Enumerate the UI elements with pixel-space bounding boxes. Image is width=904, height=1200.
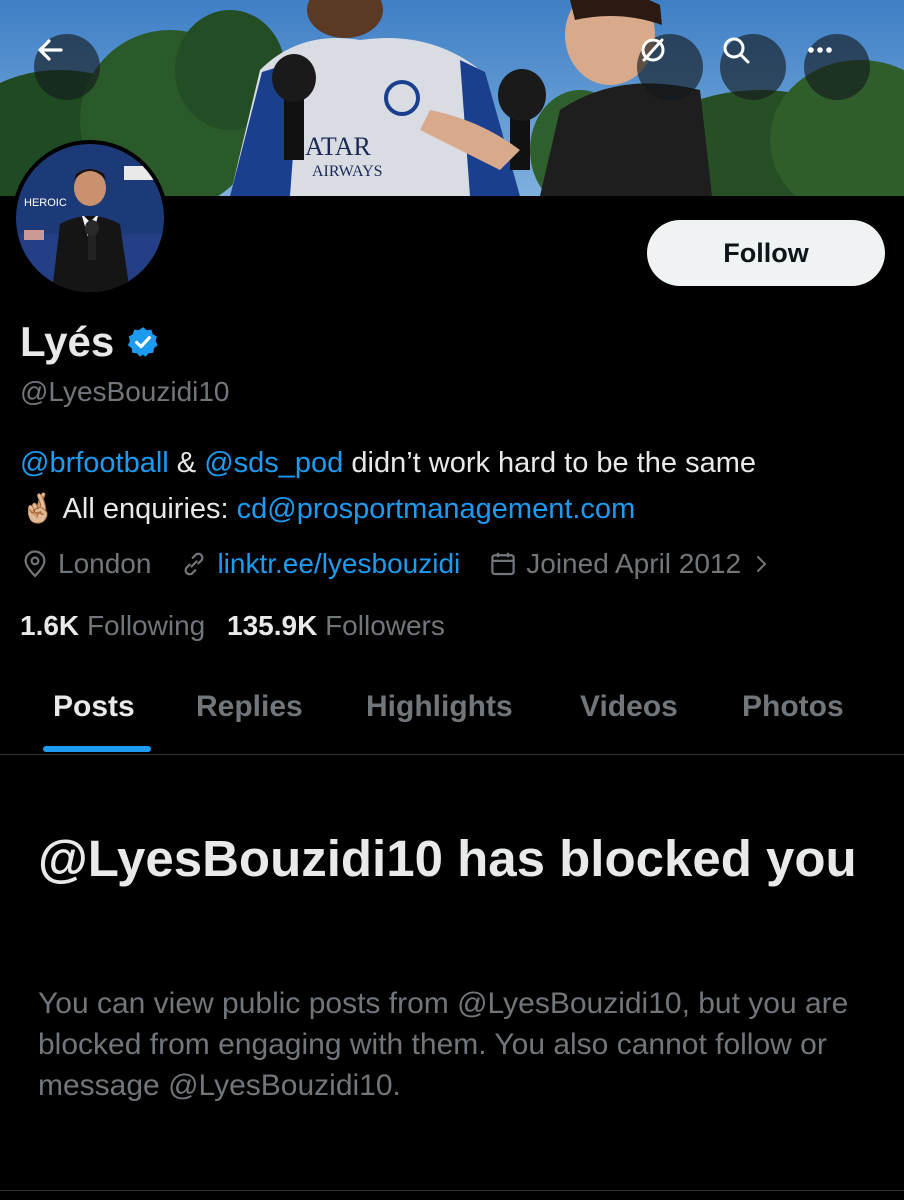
svg-text:AIRWAYS: AIRWAYS — [312, 163, 383, 180]
calendar-icon — [491, 552, 515, 576]
chevron-right-icon[interactable] — [749, 552, 773, 576]
tab-replies[interactable]: Replies — [196, 690, 303, 724]
more-button[interactable] — [804, 34, 870, 100]
tab-highlights[interactable]: Highlights — [366, 690, 513, 724]
following-count: 1.6K — [20, 610, 80, 641]
follow-button[interactable]: Follow — [647, 220, 885, 286]
bio-text-amp: & — [168, 447, 205, 479]
back-button[interactable] — [34, 34, 100, 100]
bio-line-2: 🤞🏼 All enquiries: cd@prosportmanagement.… — [20, 492, 635, 526]
user-handle: @LyesBouzidi10 — [20, 376, 230, 407]
avatar-photo: HEROIC — [16, 144, 164, 292]
search-button[interactable] — [720, 34, 786, 100]
joined-date[interactable]: Joined April 2012 — [488, 548, 773, 580]
bio-mention-brfootball[interactable]: @brfootball — [20, 447, 169, 479]
bio-mention-sds-pod[interactable]: @sds_pod — [204, 447, 343, 479]
svg-text:HEROIC: HEROIC — [24, 197, 67, 209]
tab-posts[interactable]: Posts — [53, 690, 135, 724]
follow-counts: 1.6K Following 135.9K Followers — [20, 610, 445, 642]
display-name: Lyés — [20, 318, 160, 366]
profile-tabs: Posts Replies Highlights Videos Photos — [0, 668, 904, 755]
crossed-fingers-emoji: 🤞🏼 — [20, 493, 57, 525]
link-icon — [184, 552, 204, 576]
bio: @brfootball & @sds_pod didn’t work hard … — [20, 447, 756, 480]
more-icon — [808, 47, 832, 53]
bio-text: didn’t work hard to be the same — [343, 447, 756, 479]
blocked-description: You can view public posts from @LyesBouz… — [38, 987, 849, 1102]
location-text: London — [58, 548, 152, 579]
active-tab-indicator — [43, 746, 151, 752]
avatar[interactable]: HEROIC — [12, 140, 168, 296]
blocked-title: @LyesBouzidi10 has blocked you — [38, 830, 857, 887]
location-pin-icon — [24, 550, 46, 578]
tab-videos[interactable]: Videos — [580, 690, 678, 724]
tab-photos[interactable]: Photos — [742, 690, 844, 724]
website[interactable]: linktr.ee/lyesbouzidi — [179, 548, 460, 580]
hide-button[interactable] — [637, 34, 703, 100]
followers-count: 135.9K — [227, 610, 318, 641]
following-label: Following — [86, 610, 206, 641]
hide-icon — [641, 38, 665, 62]
banner-shirt-text: ATAR — [305, 132, 371, 161]
arrow-left-icon — [38, 39, 63, 61]
bio-enquiries-text: All enquiries: — [56, 492, 237, 525]
divider — [0, 1190, 904, 1191]
verified-badge-icon[interactable] — [126, 325, 160, 359]
bio-email-link[interactable]: cd@prosportmanagement.com — [237, 493, 636, 526]
search-icon — [723, 37, 750, 64]
joined-text: Joined April 2012 — [526, 548, 742, 579]
location: London — [20, 548, 151, 580]
website-link[interactable]: linktr.ee/lyesbouzidi — [217, 548, 460, 580]
followers-count-link[interactable]: 135.9K Followers — [227, 610, 445, 641]
display-name-text: Lyés — [20, 318, 115, 365]
profile-meta: London linktr.ee/lyesbouzidi Joined Apri… — [20, 548, 773, 580]
followers-label: Followers — [325, 610, 445, 641]
following-count-link[interactable]: 1.6K Following — [20, 610, 213, 641]
